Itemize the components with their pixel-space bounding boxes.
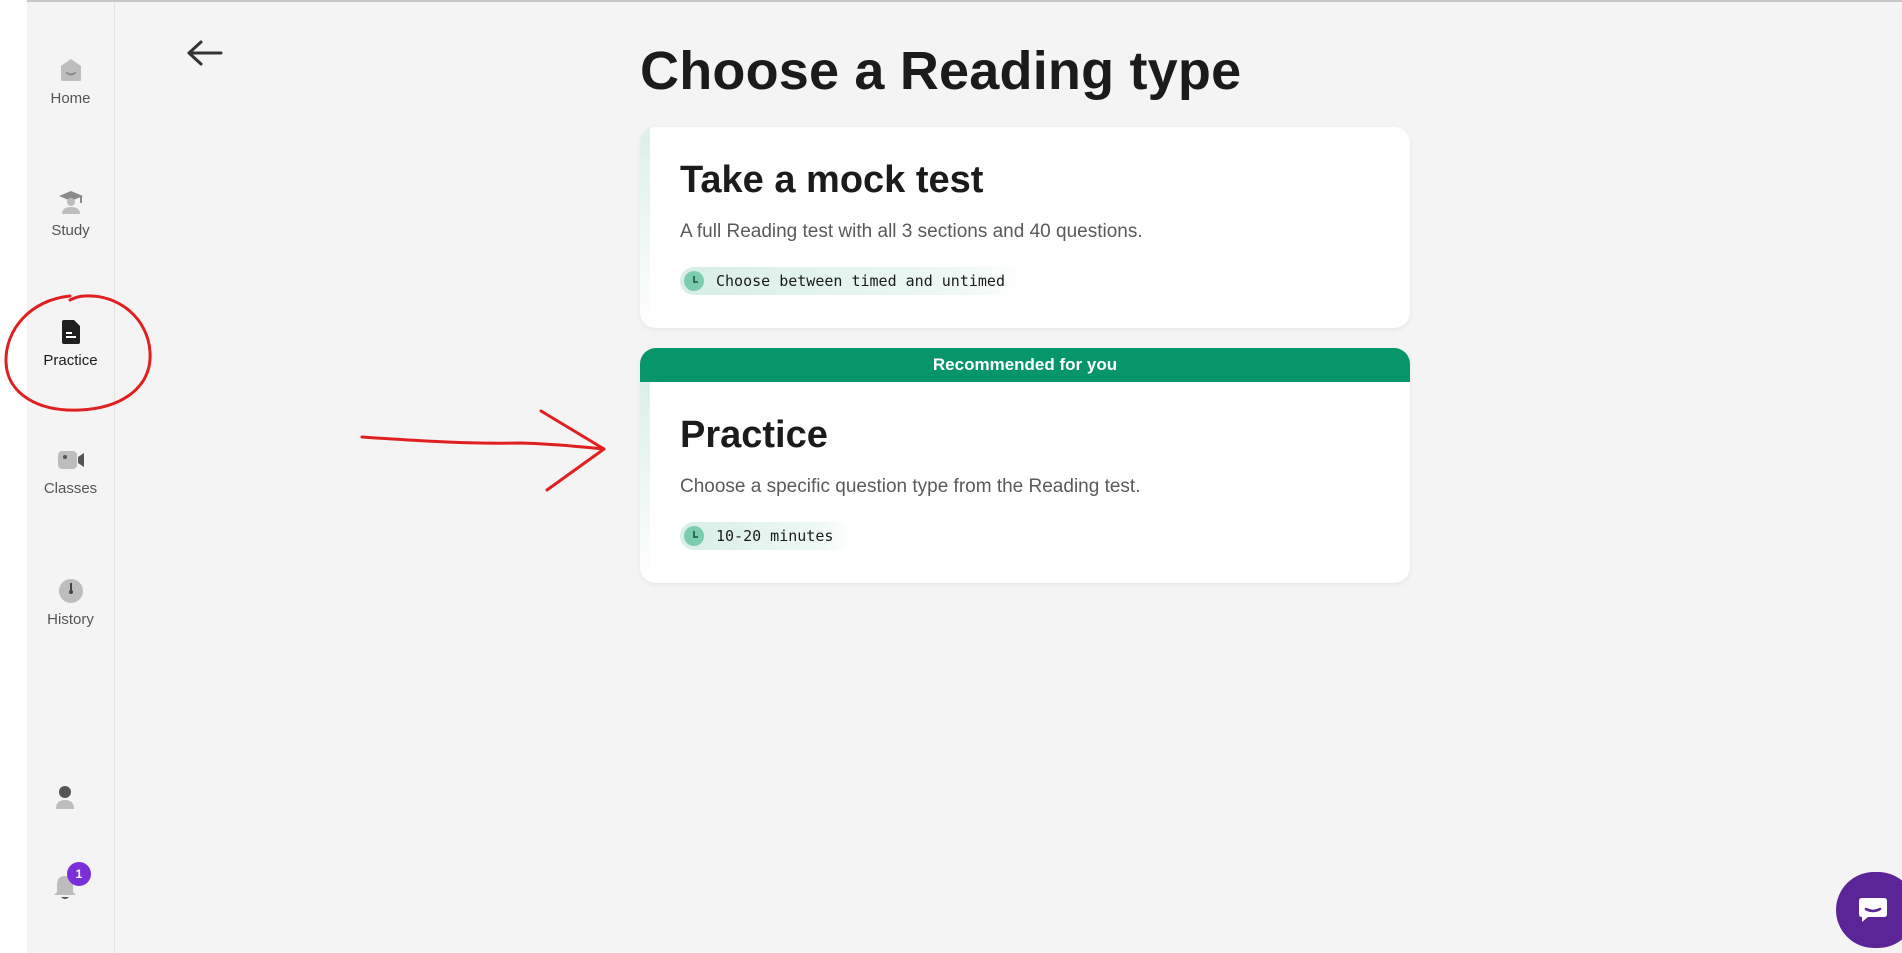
sidebar-item-label: History — [47, 611, 94, 628]
duration-chip: 10-20 minutes — [680, 522, 852, 550]
practice-card[interactable]: Recommended for you Practice Choose a sp… — [640, 348, 1410, 583]
home-icon — [60, 59, 81, 81]
chip-label: 10-20 minutes — [716, 527, 834, 545]
video-camera-icon — [57, 451, 84, 469]
user-icon[interactable] — [50, 782, 80, 812]
card-description: Choose a specific question type from the… — [680, 476, 1141, 497]
mock-test-card[interactable]: Take a mock test A full Reading test wit… — [640, 127, 1410, 328]
sidebar-item-label: Home — [50, 90, 91, 107]
card-title: Practice — [680, 414, 828, 456]
duration-chip: Choose between timed and untimed — [680, 267, 1023, 295]
arrow-left-icon[interactable] — [185, 38, 225, 68]
sidebar-item-practice[interactable]: Practice — [27, 318, 114, 369]
chat-launcher-button[interactable] — [1836, 872, 1902, 948]
sidebar-item-home[interactable]: Home — [27, 56, 114, 107]
sidebar-item-label: Study — [51, 222, 90, 239]
notification-badge: 1 — [67, 862, 91, 886]
card-description: A full Reading test with all 3 sections … — [680, 221, 1143, 242]
sidebar-item-classes[interactable]: Classes — [27, 446, 114, 497]
sidebar-item-label: Practice — [43, 352, 98, 369]
sidebar-item-history[interactable]: History — [27, 577, 114, 628]
sidebar-item-study[interactable]: Study — [27, 188, 114, 239]
clock-icon — [684, 526, 704, 546]
recommended-banner: Recommended for you — [640, 348, 1410, 382]
page: Home Study Practice Classes History 1 Ch… — [0, 0, 1902, 953]
card-title: Take a mock test — [680, 159, 984, 201]
chat-icon — [1859, 898, 1887, 922]
clock-icon — [58, 579, 83, 603]
card-accent-edge — [640, 127, 650, 328]
chip-label: Choose between timed and untimed — [716, 272, 1005, 290]
graduation-cap-icon — [58, 191, 83, 214]
document-icon — [61, 320, 80, 344]
page-title: Choose a Reading type — [640, 41, 1242, 101]
card-accent-edge — [640, 382, 650, 583]
sidebar-item-label: Classes — [43, 480, 98, 497]
clock-icon — [684, 271, 704, 291]
